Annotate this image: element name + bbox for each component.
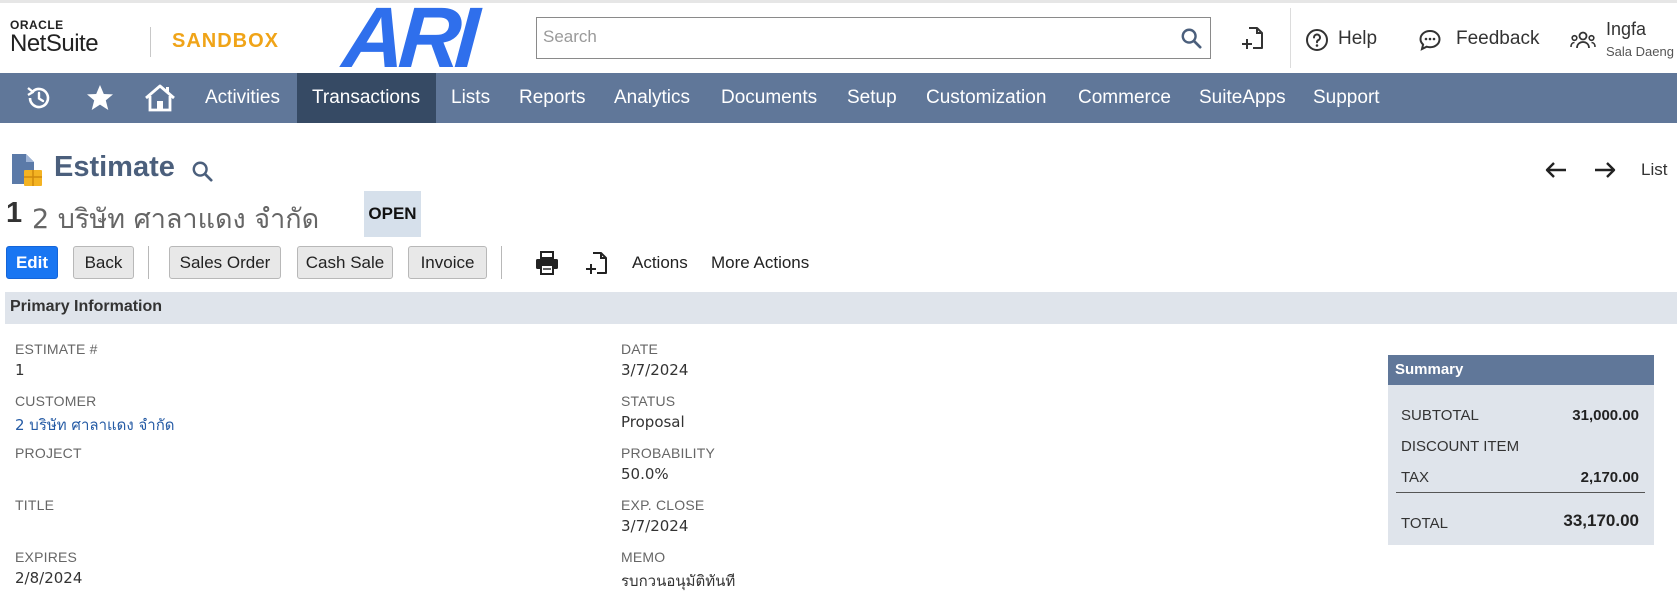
nav-documents[interactable]: Documents bbox=[706, 73, 832, 123]
record-number: 1 bbox=[6, 197, 23, 229]
user-subsidiary: Sala Daeng bbox=[1606, 44, 1674, 59]
help-icon[interactable] bbox=[1305, 28, 1329, 52]
search-icon[interactable] bbox=[1180, 27, 1202, 49]
project-label: PROJECT bbox=[15, 445, 82, 461]
netsuite-logo[interactable]: ORACLE NetSuite bbox=[10, 19, 99, 57]
section-title: Primary Information bbox=[10, 298, 163, 315]
home-icon[interactable] bbox=[144, 83, 176, 113]
estimate-number-value: 1 bbox=[15, 361, 25, 379]
toolbar-divider bbox=[148, 246, 149, 279]
primary-information-header[interactable]: Primary Information bbox=[5, 292, 1677, 324]
global-header: ORACLE NetSuite SANDBOX ARI Help Feedbac… bbox=[0, 0, 1677, 86]
date-label: DATE bbox=[621, 341, 659, 357]
memo-value: รบกวนอนุมัติทันที bbox=[621, 572, 736, 590]
page-title: Estimate bbox=[54, 151, 175, 183]
recent-records-icon[interactable] bbox=[24, 83, 54, 113]
subtotal-label: SUBTOTAL bbox=[1401, 407, 1479, 424]
previous-record-icon[interactable] bbox=[1544, 160, 1568, 180]
status-value: Proposal bbox=[621, 413, 685, 431]
back-button[interactable]: Back bbox=[73, 246, 134, 279]
title-label: TITLE bbox=[15, 497, 55, 513]
logo-divider bbox=[150, 27, 151, 57]
nav-support[interactable]: Support bbox=[1298, 73, 1395, 123]
help-link[interactable]: Help bbox=[1338, 28, 1377, 50]
more-actions-menu[interactable]: More Actions bbox=[711, 253, 809, 273]
customer-link[interactable]: 2 บริษัท ศาลาแดง จำกัด bbox=[15, 413, 175, 437]
feedback-icon[interactable] bbox=[1418, 28, 1442, 52]
date-value: 3/7/2024 bbox=[621, 361, 689, 379]
nav-reports[interactable]: Reports bbox=[504, 73, 601, 123]
logo-netsuite-text: NetSuite bbox=[10, 30, 99, 57]
toolbar-divider bbox=[501, 246, 502, 279]
cash-sale-button[interactable]: Cash Sale bbox=[297, 246, 393, 279]
favorites-star-icon[interactable] bbox=[85, 83, 115, 113]
next-record-icon[interactable] bbox=[1593, 160, 1617, 180]
sandbox-label: SANDBOX bbox=[172, 30, 280, 52]
probability-value: 50.0% bbox=[621, 465, 669, 483]
tax-label: TAX bbox=[1401, 469, 1430, 486]
sales-order-button[interactable]: Sales Order bbox=[169, 246, 281, 279]
company-brand-logo: ARI bbox=[339, 0, 477, 86]
record-customer-name: 2 บริษัท ศาลาแดง จำกัด bbox=[32, 204, 320, 235]
search-icon[interactable] bbox=[191, 160, 213, 182]
expires-value: 2/8/2024 bbox=[15, 569, 83, 587]
nav-lists[interactable]: Lists bbox=[436, 73, 505, 123]
list-link[interactable]: List bbox=[1641, 160, 1667, 180]
status-label: STATUS bbox=[621, 393, 676, 409]
feedback-link[interactable]: Feedback bbox=[1456, 28, 1539, 50]
summary-box: Summary SUBTOTAL 31,000.00 DISCOUNT ITEM… bbox=[1388, 355, 1654, 545]
header-divider bbox=[1290, 8, 1291, 68]
tax-value: 2,170.00 bbox=[1580, 469, 1639, 486]
global-search bbox=[536, 17, 1211, 59]
search-input[interactable] bbox=[543, 18, 1163, 56]
summary-divider bbox=[1396, 492, 1645, 493]
estimate-record-icon bbox=[12, 154, 42, 186]
nav-suiteapps[interactable]: SuiteApps bbox=[1184, 73, 1301, 123]
subtotal-value: 31,000.00 bbox=[1572, 407, 1639, 424]
nav-setup[interactable]: Setup bbox=[832, 73, 912, 123]
nav-customization[interactable]: Customization bbox=[911, 73, 1061, 123]
estimate-number-label: ESTIMATE # bbox=[15, 341, 98, 357]
main-navigation: Activities Transactions Lists Reports An… bbox=[0, 73, 1677, 123]
status-badge: OPEN bbox=[364, 191, 421, 237]
customer-label: CUSTOMER bbox=[15, 393, 97, 409]
nav-activities[interactable]: Activities bbox=[190, 73, 295, 123]
nav-commerce[interactable]: Commerce bbox=[1063, 73, 1186, 123]
invoice-button[interactable]: Invoice bbox=[408, 246, 487, 279]
discount-item-label: DISCOUNT ITEM bbox=[1401, 438, 1520, 455]
create-new-icon[interactable] bbox=[1240, 25, 1266, 51]
summary-title: Summary bbox=[1388, 355, 1654, 385]
memo-label: MEMO bbox=[621, 549, 666, 565]
exp-close-value: 3/7/2024 bbox=[621, 517, 689, 535]
total-label: TOTAL bbox=[1401, 515, 1448, 532]
edit-button[interactable]: Edit bbox=[6, 246, 58, 279]
user-roles-icon[interactable] bbox=[1570, 28, 1596, 54]
total-value: 33,170.00 bbox=[1563, 511, 1639, 530]
print-icon[interactable] bbox=[534, 250, 560, 276]
probability-label: PROBABILITY bbox=[621, 445, 716, 461]
exp-close-label: EXP. CLOSE bbox=[621, 497, 705, 513]
user-name[interactable]: Ingfa bbox=[1606, 19, 1646, 40]
expires-label: EXPIRES bbox=[15, 549, 78, 565]
make-copy-icon[interactable] bbox=[584, 250, 610, 276]
nav-analytics[interactable]: Analytics bbox=[599, 73, 705, 123]
nav-transactions[interactable]: Transactions bbox=[297, 73, 436, 123]
actions-menu[interactable]: Actions bbox=[632, 253, 688, 273]
